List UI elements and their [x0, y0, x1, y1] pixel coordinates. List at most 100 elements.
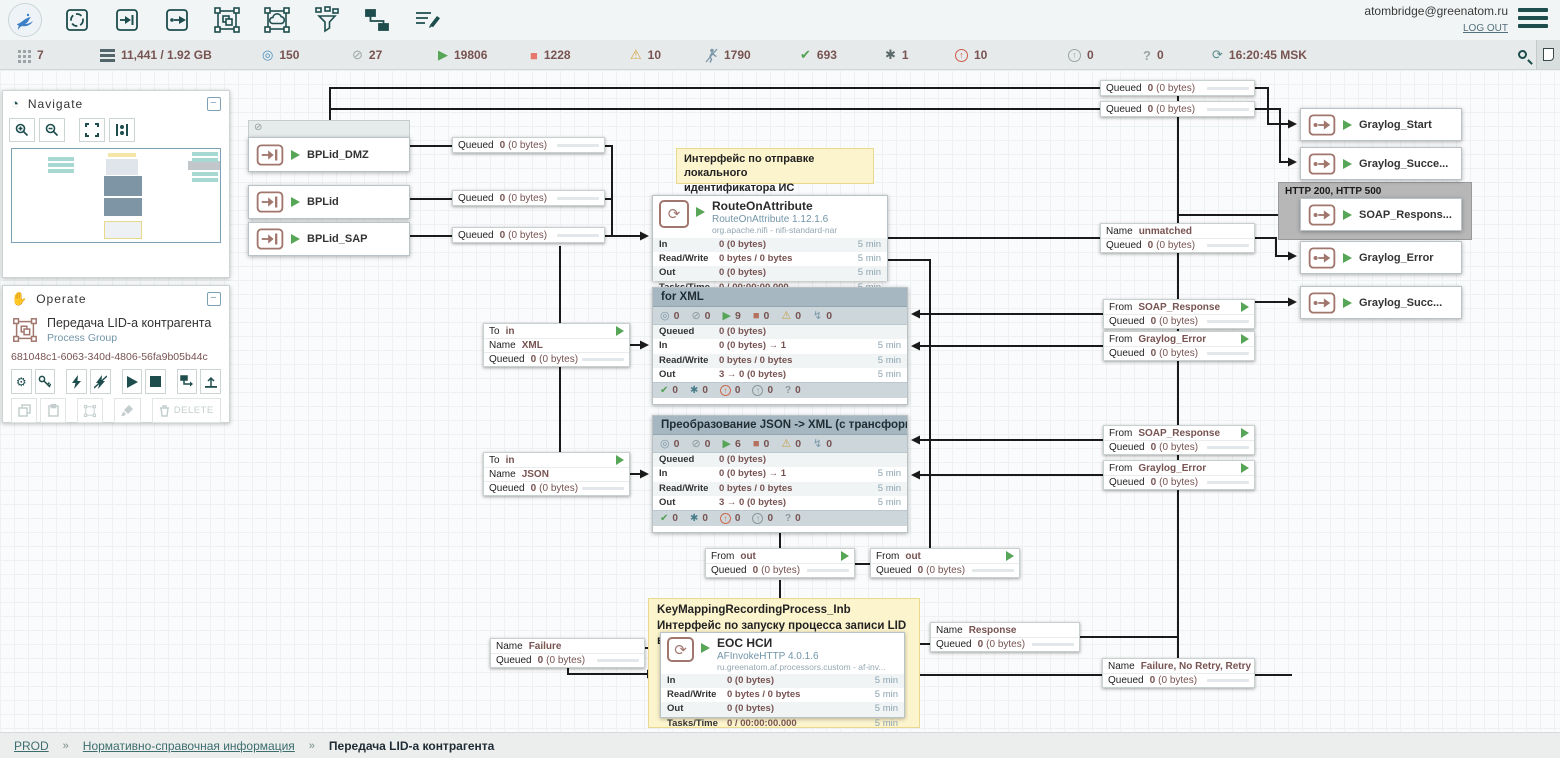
connection-label[interactable]: Queued0(0 bytes) — [1100, 80, 1255, 96]
selection-id[interactable]: 681048c1-6063-340d-4806-56fa9b05b44c — [11, 351, 221, 363]
up-to-date-status: ✔693 — [800, 40, 837, 70]
input-port-icon — [256, 144, 284, 166]
running-icon — [1241, 302, 1249, 312]
app-logo[interactable] — [8, 3, 42, 37]
configuration-button[interactable]: ⚙ — [11, 369, 32, 394]
access-policies-button[interactable] — [35, 369, 56, 394]
locally-modified-stale-status: ↑0 — [1068, 40, 1094, 70]
paste-button[interactable] — [40, 398, 66, 423]
group-button[interactable] — [77, 398, 103, 423]
stale-icon: ↑ — [720, 513, 731, 524]
connection-label[interactable]: FromGraylog_Error Queued0(0 bytes) — [1103, 331, 1255, 361]
key-icon — [38, 375, 51, 388]
zoom-out-button[interactable] — [39, 118, 65, 142]
connection-label[interactable]: NameFailure, No Retry, Retry Queued0(0 b… — [1102, 658, 1255, 688]
locally-modified-stale-icon: ↑ — [752, 513, 763, 524]
running-icon — [701, 643, 710, 653]
processor-routeonattribute[interactable]: ⟳ RouteOnAttribute RouteOnAttribute 1.12… — [652, 195, 888, 281]
breadcrumb-root[interactable]: PROD — [14, 739, 49, 753]
logout-link[interactable]: LOG OUT — [1463, 23, 1508, 34]
search-button[interactable] — [1510, 40, 1534, 69]
connection-label[interactable]: Fromout Queued0(0 bytes) — [705, 548, 855, 578]
output-port-graylog-start[interactable]: Graylog_Start — [1300, 108, 1462, 141]
stopped-status: ■1228 — [530, 40, 571, 70]
navigate-collapse-button[interactable]: − — [207, 97, 221, 111]
last-refresh[interactable]: ⟳16:20:45 MSK — [1212, 40, 1307, 70]
stop-icon — [150, 376, 161, 387]
up-to-date-icon: ✔ — [660, 385, 668, 396]
process-group-selection-icon — [11, 316, 39, 344]
connection-label[interactable]: Toin NameJSON Queued0(0 bytes) — [483, 452, 630, 496]
group-version-counts: ✔0 ✱0 ↑0 ↑0 ?0 — [653, 510, 907, 526]
operate-title: Operate — [36, 292, 86, 306]
template-icon[interactable] — [360, 4, 394, 36]
remote-process-group-icon[interactable] — [260, 4, 294, 36]
connection-label[interactable]: Queued0(0 bytes) — [1100, 101, 1255, 117]
stop-button[interactable] — [145, 369, 166, 394]
output-port-graylog-success-2[interactable]: Graylog_Succ... — [1300, 286, 1462, 319]
hand-icon: ✋ — [11, 291, 28, 307]
delete-button[interactable]: DELETE — [152, 398, 222, 423]
navigate-title: Navigate — [28, 97, 83, 111]
input-port-bplid[interactable]: BPLid — [248, 185, 410, 219]
connection-label[interactable]: NameResponse Queued0(0 bytes) — [930, 622, 1080, 652]
connection-label[interactable]: FromGraylog_Error Queued0(0 bytes) — [1103, 460, 1255, 490]
processor-bundle: org.apache.nifi - nifi-standard-nar — [712, 225, 837, 235]
output-port-graylog-error[interactable]: Graylog_Error — [1300, 241, 1462, 274]
connection-label[interactable]: Toin NameXML Queued0(0 bytes) — [483, 323, 630, 367]
connection-label[interactable]: Queued0(0 bytes) — [452, 190, 605, 206]
port-name: BPLid — [307, 196, 339, 208]
invalid-icon: ⚠ — [630, 47, 642, 63]
zoom-actual-button[interactable] — [109, 118, 135, 142]
output-port-soap-response[interactable]: SOAP_Respons... — [1300, 198, 1462, 231]
input-port-bplid-dmz[interactable]: BPLid_DMZ — [248, 137, 410, 172]
connection-label[interactable]: FromSOAP_Response Queued0(0 bytes) — [1103, 299, 1255, 329]
connection-label[interactable]: Queued0(0 bytes) — [452, 137, 605, 153]
start-button[interactable] — [122, 369, 143, 394]
process-group-for-xml[interactable]: for XML ◎0 ⊘0 ▶9 ■0 ⚠0 ↯0 Queued0 (0 byt… — [652, 287, 908, 405]
global-menu-icon[interactable] — [1518, 8, 1548, 32]
port-name: BPLid_DMZ — [307, 149, 369, 161]
process-group-icon[interactable] — [210, 4, 244, 36]
connection-label[interactable]: Fromout Queued0(0 bytes) — [870, 548, 1020, 578]
connection-label[interactable]: Queued0(0 bytes) — [452, 227, 605, 243]
refresh-icon[interactable]: ⟳ — [1212, 47, 1223, 63]
input-port-icon[interactable] — [110, 4, 144, 36]
selection-name: Передача LID-а контрагента — [47, 316, 211, 330]
processor-type: RouteOnAttribute 1.12.1.6 — [712, 214, 837, 225]
breadcrumb-parent[interactable]: Нормативно-справочная информация — [83, 739, 295, 753]
no-transmission-icon: ⊘ — [254, 122, 262, 133]
connection-label[interactable]: Nameunmatched Queued0(0 bytes) — [1100, 223, 1255, 253]
processor-eos-nsi[interactable]: ⟳ ЕОС НСИ AFInvokeHTTP 4.0.1.6 ru.greena… — [660, 632, 905, 718]
disable-button[interactable] — [90, 369, 111, 394]
output-port-icon — [1308, 153, 1336, 175]
group-version-counts: ✔0 ✱0 ↑0 ↑0 ?0 — [653, 382, 907, 398]
connection-label[interactable]: FromSOAP_Response Queued0(0 bytes) — [1103, 425, 1255, 455]
output-port-icon[interactable] — [160, 4, 194, 36]
funnel-icon[interactable] — [310, 4, 344, 36]
minimap-viewport[interactable] — [11, 148, 221, 243]
operate-collapse-button[interactable]: − — [207, 292, 221, 306]
processor-icon[interactable] — [60, 4, 94, 36]
canvas-label-interface[interactable]: Интерфейс по отправке локального идентиф… — [676, 148, 874, 184]
process-group-json-xml[interactable]: Преобразование JSON -> XML (с трансформа… — [652, 415, 908, 533]
locally-modified-stale-icon: ↑ — [752, 385, 763, 396]
output-port-graylog-success-1[interactable]: Graylog_Succe... — [1300, 147, 1462, 180]
upload-template-button[interactable] — [200, 369, 221, 394]
brush-icon — [121, 404, 134, 417]
group-counts: ◎0 ⊘0 ▶6 ■0 ⚠0 ↯0 — [653, 435, 907, 453]
enable-button[interactable] — [66, 369, 87, 394]
stale-icon: ↑ — [955, 49, 968, 62]
copy-button[interactable] — [11, 398, 37, 423]
create-template-button[interactable] — [177, 369, 198, 394]
label-icon[interactable] — [410, 4, 444, 36]
change-color-button[interactable] — [114, 398, 140, 423]
input-port-bplid-sap[interactable]: BPLid_SAP — [248, 222, 410, 256]
bulletin-board-button[interactable] — [1536, 40, 1560, 69]
zoom-fit-button[interactable] — [79, 118, 105, 142]
zoom-in-button[interactable] — [9, 118, 35, 142]
port-name: Graylog_Error — [1359, 252, 1434, 264]
flow-canvas[interactable]: ◔ Navigate − ✋ Op — [0, 70, 1560, 732]
connection-label[interactable]: NameFailure Queued0(0 bytes) — [490, 638, 645, 668]
sync-failure-icon: ? — [1143, 48, 1151, 63]
